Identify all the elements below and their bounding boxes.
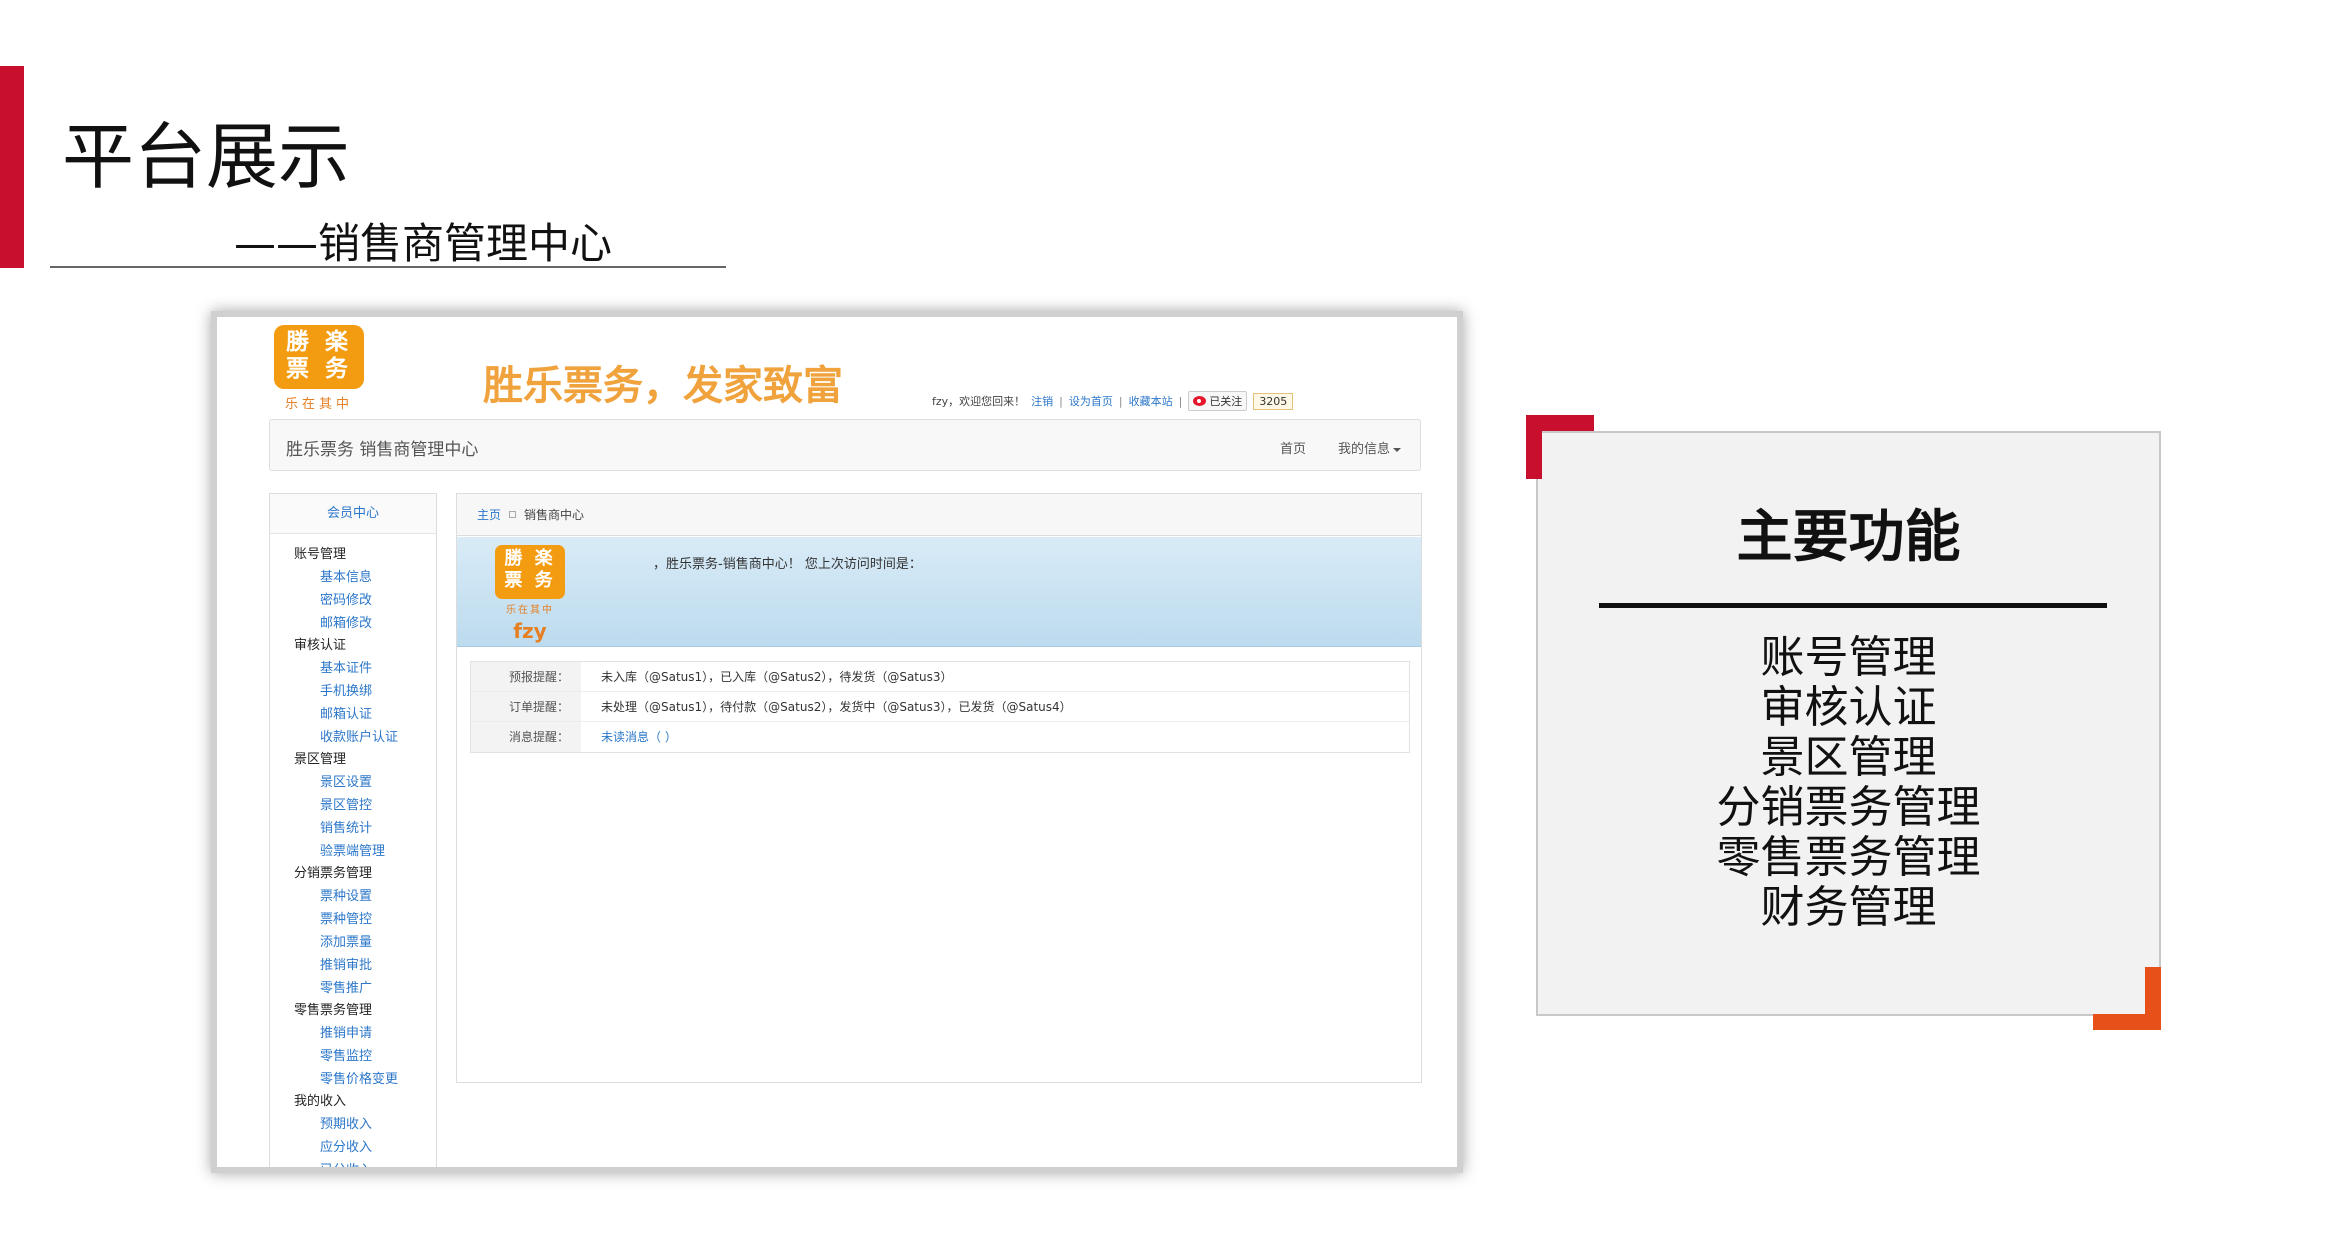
nav-my-info-dropdown[interactable]: 我的信息 — [1338, 438, 1402, 457]
follow-button[interactable]: 已关注 — [1188, 391, 1248, 411]
site-logo-text: 勝 楽 票 务 — [285, 329, 352, 382]
main-panel: 主页 销售商中心 勝 楽 票 务 乐在其中 fzy ，胜乐票务-销售商中心！ 您… — [456, 493, 1422, 1083]
caret-down-icon — [1393, 447, 1402, 452]
sidebar-item[interactable]: 预期收入 — [294, 1113, 436, 1136]
site-logo[interactable]: 勝 楽 票 务 — [274, 325, 364, 389]
sidebar-item[interactable]: 零售价格变更 — [294, 1068, 436, 1091]
sidebar-item[interactable]: 基本信息 — [294, 566, 436, 589]
set-home-link[interactable]: 设为首页 — [1069, 393, 1113, 409]
sidebar-item[interactable]: 基本证件 — [294, 657, 436, 680]
feature-item: 分销票务管理 — [1716, 782, 1981, 833]
notice-text[interactable]: 未读消息（ ） — [581, 722, 677, 752]
notice-label: 预报提醒： — [471, 662, 581, 691]
weibo-icon — [1193, 396, 1207, 406]
sidebar-item[interactable]: 销售统计 — [294, 817, 436, 840]
platform-screenshot: 勝 楽 票 务 乐在其中 胜乐票务，发家致富 fzy，欢迎您回来！ 注销 | 设… — [211, 311, 1463, 1173]
feature-item: 零售票务管理 — [1716, 832, 1981, 883]
feature-card: 主要功能 账号管理 审核认证 景区管理 分销票务管理 零售票务管理 财务管理 — [1536, 431, 2161, 1016]
sidebar-item[interactable]: 景区设置 — [294, 771, 436, 794]
bookmark-link[interactable]: 收藏本站 — [1129, 393, 1173, 409]
slide-subtitle: ——销售商管理中心 — [234, 219, 613, 268]
title-divider — [50, 266, 726, 268]
breadcrumb-separator-icon — [509, 511, 517, 518]
corner-accent-top-left — [1526, 415, 1542, 479]
site-slogan: 胜乐票务，发家致富 — [483, 363, 843, 409]
sidebar-item[interactable]: 验票端管理 — [294, 840, 436, 863]
sidebar-item[interactable]: 手机换绑 — [294, 680, 436, 703]
navbar-brand[interactable]: 胜乐票务 销售商管理中心 — [286, 435, 478, 460]
notice-label: 订单提醒： — [471, 692, 581, 721]
site-logo-tagline: 乐在其中 — [284, 397, 353, 412]
sidebar-item[interactable]: 密码修改 — [294, 589, 436, 612]
accent-bar — [0, 66, 24, 268]
corner-accent-bottom-right — [2145, 967, 2161, 1030]
welcome-logo-text: 勝 楽 票 务 — [504, 548, 556, 591]
notice-text: 未入库（@Satus1），已入库（@Satus2），待发货（@Satus3） — [601, 670, 953, 684]
sidebar-item[interactable]: 推销审批 — [294, 954, 436, 977]
sidebar-group-title: 我的收入 — [294, 1094, 347, 1109]
notice-row: 预报提醒： 未入库（@Satus1），已入库（@Satus2），待发货（@Satu… — [471, 662, 1409, 692]
sidebar-group-title: 分销票务管理 — [294, 866, 373, 881]
notice-row: 消息提醒： 未读消息（ ） — [471, 722, 1409, 752]
sidebar-item[interactable]: 邮箱修改 — [294, 612, 436, 635]
welcome-username: fzy — [513, 619, 547, 643]
sidebar-group-title: 景区管理 — [294, 752, 347, 767]
link-separator: | — [1178, 394, 1183, 408]
sidebar: 会员中心 账号管理基本信息 密码修改 邮箱修改审核认证基本证件 手机换绑 邮箱认证 收款账… — [269, 493, 437, 1167]
logout-link[interactable]: 注销 — [1031, 393, 1053, 409]
user-greeting: fzy，欢迎您回来！ — [932, 395, 1026, 408]
notice-label: 消息提醒： — [471, 722, 581, 752]
welcome-message: ，胜乐票务-销售商中心！ 您上次访问时间是： — [653, 557, 922, 572]
follow-count: 3205 — [1253, 392, 1294, 410]
sidebar-item[interactable]: 零售推广 — [294, 977, 436, 1000]
sidebar-header[interactable]: 会员中心 — [270, 494, 436, 534]
welcome-logo: 勝 楽 票 务 — [495, 545, 565, 599]
sidebar-item[interactable]: 零售监控 — [294, 1045, 436, 1068]
sidebar-item[interactable]: 票种管控 — [294, 908, 436, 931]
sidebar-item[interactable]: 景区管控 — [294, 794, 436, 817]
sidebar-item[interactable]: 添加票量 — [294, 931, 436, 954]
feature-item: 财务管理 — [1760, 882, 1937, 933]
follow-label: 已关注 — [1209, 395, 1243, 408]
sidebar-item[interactable]: 已分收入 — [294, 1159, 436, 1167]
feature-item: 账号管理 — [1760, 632, 1937, 683]
sidebar-item[interactable]: 收款账户认证 — [294, 726, 436, 749]
slide-title: 平台展示 — [62, 115, 351, 199]
feature-card-divider — [1599, 603, 2107, 608]
link-separator: | — [1118, 394, 1123, 408]
feature-list: 账号管理 审核认证 景区管理 分销票务管理 零售票务管理 财务管理 — [1538, 633, 2159, 933]
feature-card-title: 主要功能 — [1736, 505, 1961, 570]
navbar: 胜乐票务 销售商管理中心 首页 我的信息 — [269, 419, 1421, 471]
sidebar-item[interactable]: 应分收入 — [294, 1136, 436, 1159]
sidebar-group-title: 审核认证 — [294, 638, 347, 653]
sidebar-item[interactable]: 票种设置 — [294, 885, 436, 908]
feature-item: 审核认证 — [1760, 682, 1937, 733]
sidebar-item[interactable]: 邮箱认证 — [294, 703, 436, 726]
feature-item: 景区管理 — [1760, 732, 1937, 783]
notice-row: 订单提醒： 未处理（@Satus1），待付款（@Satus2），发货中（@Satu… — [471, 692, 1409, 722]
sidebar-group-title: 账号管理 — [294, 547, 347, 562]
welcome-banner: 勝 楽 票 务 乐在其中 fzy ，胜乐票务-销售商中心！ 您上次访问时间是： — [457, 537, 1421, 647]
breadcrumb: 主页 销售商中心 — [457, 494, 1421, 536]
nav-my-info-label: 我的信息 — [1338, 442, 1391, 457]
sidebar-item[interactable]: 推销申请 — [294, 1022, 436, 1045]
link-separator: | — [1059, 394, 1063, 408]
breadcrumb-home[interactable]: 主页 — [477, 506, 501, 523]
welcome-logo-tagline: 乐在其中 — [506, 605, 554, 616]
notice-text: 未处理（@Satus1），待付款（@Satus2），发货中（@Satus3），已… — [601, 700, 1072, 714]
top-links: fzy，欢迎您回来！ 注销 | 设为首页 | 收藏本站 | 已关注 3205 — [932, 389, 1437, 413]
sidebar-group-title: 零售票务管理 — [294, 1003, 373, 1018]
nav-home-link[interactable]: 首页 — [1280, 438, 1306, 457]
sidebar-menu: 账号管理 基本信息 密码修改 邮箱修改 审核认证 基本证件 手机换绑 邮箱认证 收款账户认证 景区… — [270, 534, 436, 1167]
breadcrumb-current: 销售商中心 — [524, 508, 585, 522]
notice-table: 预报提醒： 未入库（@Satus1），已入库（@Satus2），待发货（@Satu… — [470, 661, 1410, 753]
